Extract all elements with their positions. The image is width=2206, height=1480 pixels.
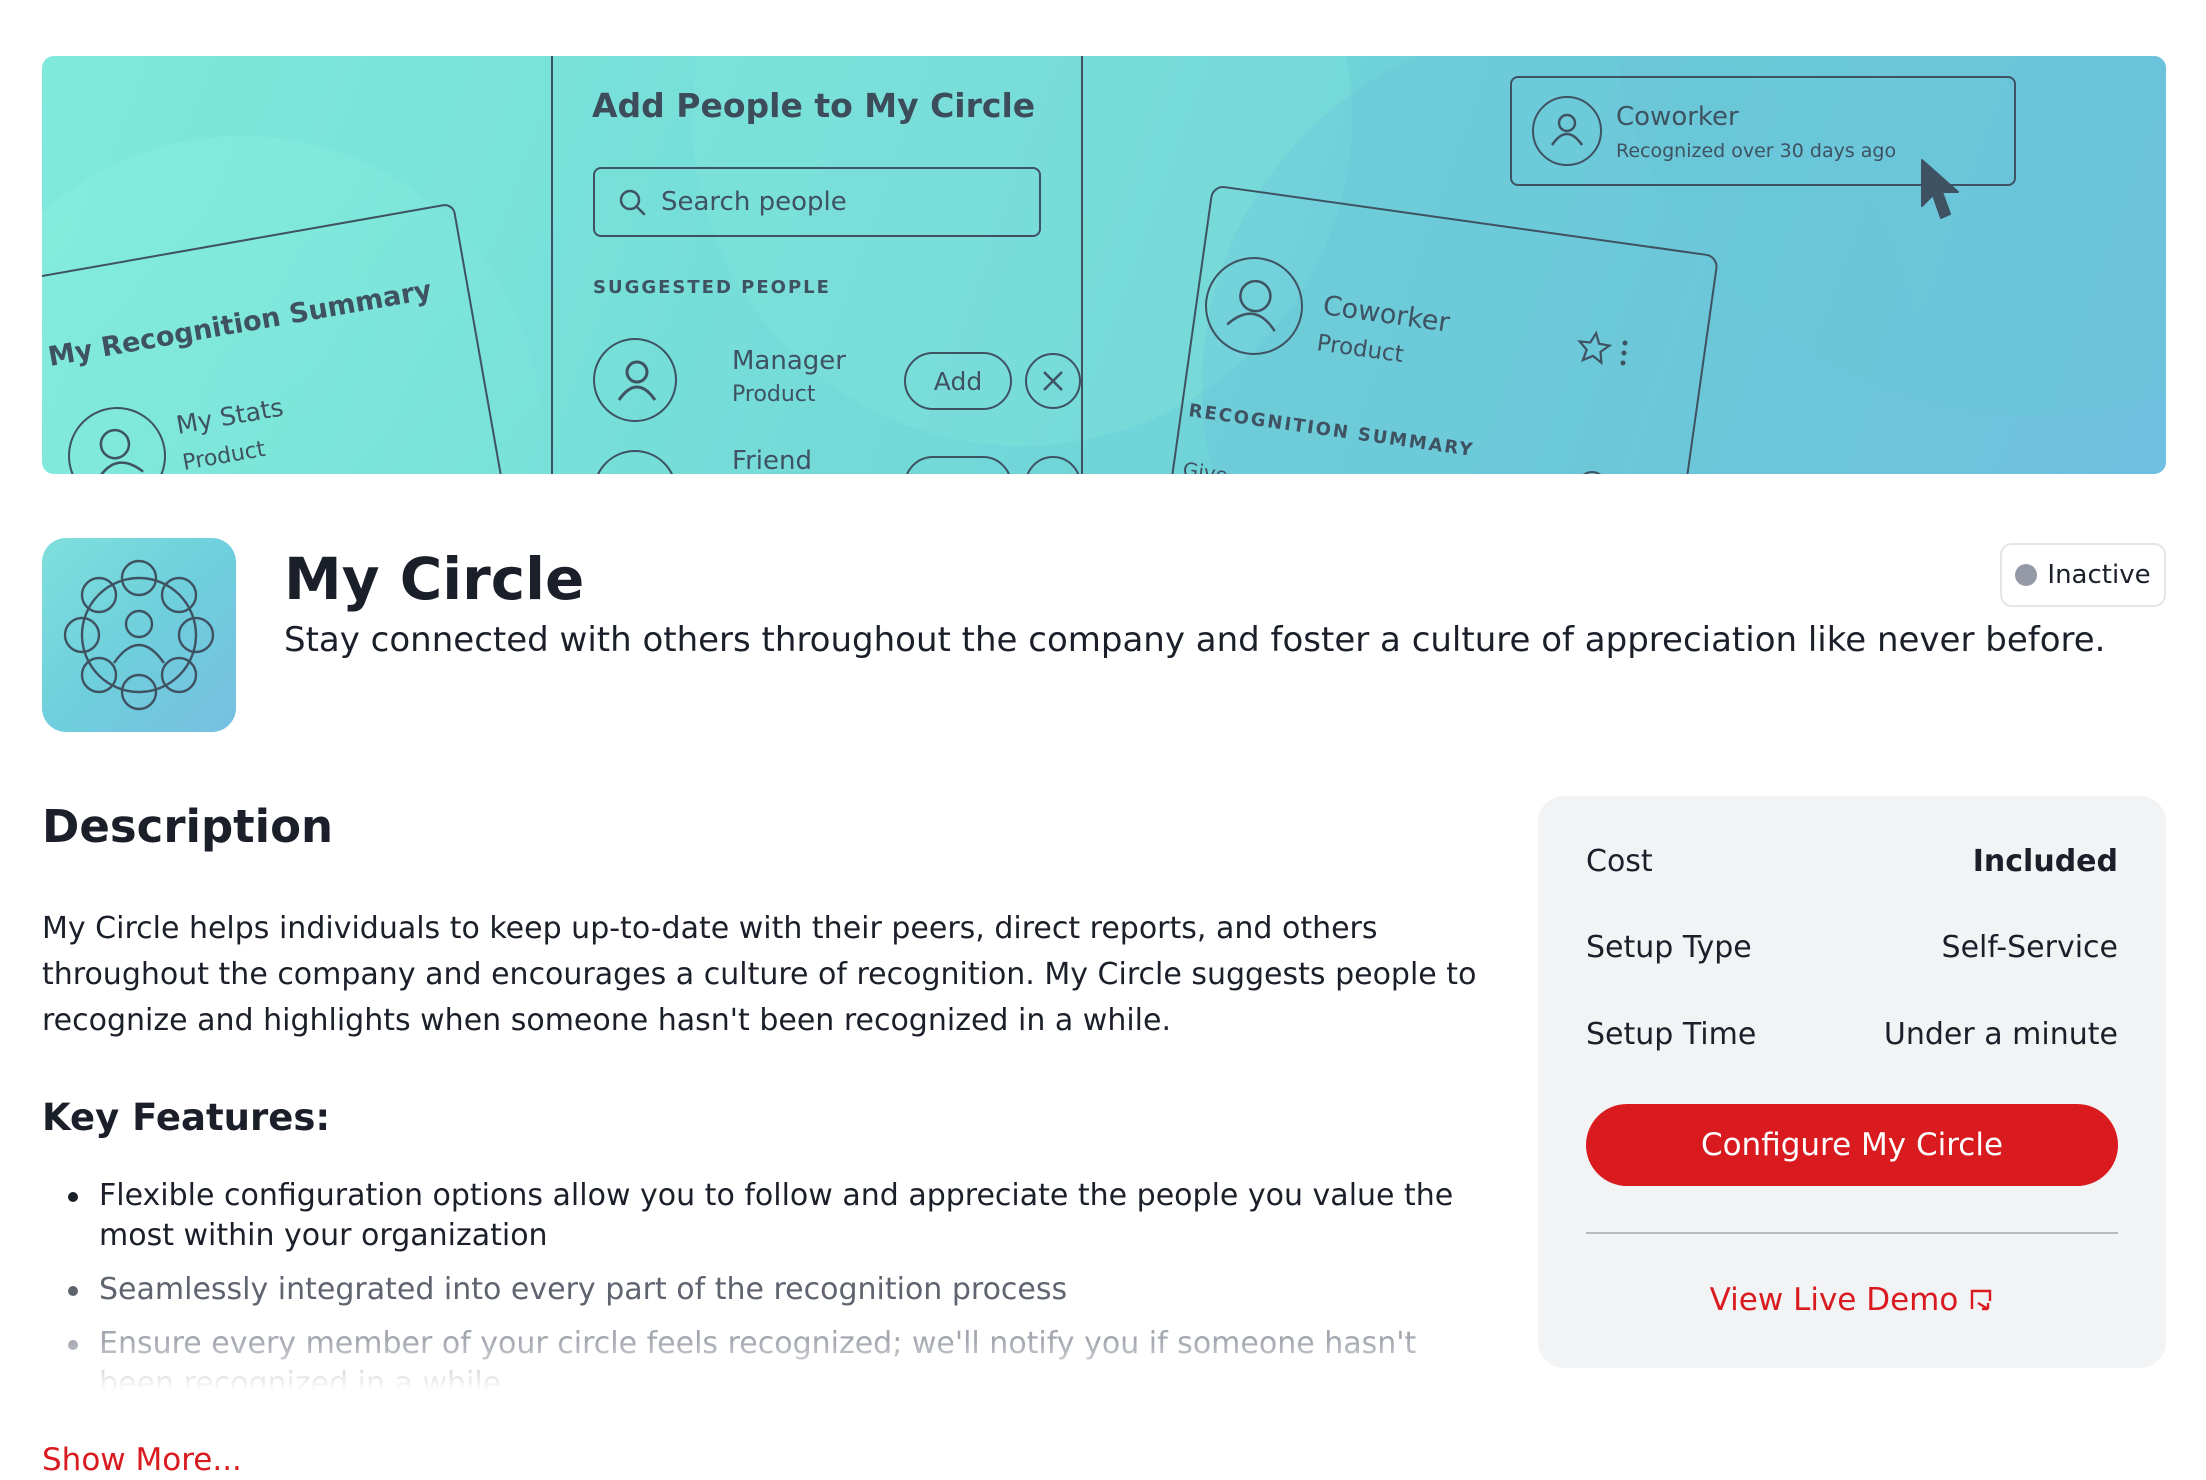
show-more-link[interactable]: Show More... bbox=[42, 1442, 242, 1478]
setup-type-value: Self-Service bbox=[1941, 930, 2118, 965]
view-live-demo-link[interactable]: View Live Demo bbox=[1538, 1282, 2166, 1318]
setup-type-label: Setup Type bbox=[1586, 930, 1752, 965]
details-card: Cost Included Setup Type Self-Service Se… bbox=[1538, 796, 2166, 1368]
page-title: My Circle bbox=[284, 545, 585, 613]
cursor-icon bbox=[1921, 159, 1959, 219]
add-person-button[interactable]: Add bbox=[904, 352, 1012, 410]
add-people-title: Add People to My Circle bbox=[592, 86, 1036, 125]
fade-overlay bbox=[42, 1340, 1502, 1400]
avatar bbox=[1532, 96, 1602, 166]
avatar bbox=[593, 338, 677, 422]
description-heading: Description bbox=[42, 800, 334, 853]
dismiss-person-button[interactable] bbox=[1025, 353, 1081, 409]
status-dot-icon bbox=[2015, 564, 2038, 586]
setup-time-row: Setup Time Under a minute bbox=[1586, 1017, 2118, 1052]
cost-label: Cost bbox=[1586, 844, 1653, 879]
person-icon bbox=[617, 360, 657, 401]
list-item: Seamlessly integrated into every part of… bbox=[42, 1270, 1482, 1310]
cost-row: Cost Included bbox=[1586, 844, 2118, 879]
setup-type-row: Setup Type Self-Service bbox=[1586, 930, 2118, 965]
person-icon bbox=[1550, 113, 1584, 146]
circle-people-icon bbox=[42, 538, 236, 732]
close-icon bbox=[1043, 371, 1063, 391]
key-features-heading: Key Features: bbox=[42, 1096, 331, 1139]
external-link-icon bbox=[1971, 1289, 1992, 1311]
suggested-person-name: Friend bbox=[732, 446, 812, 474]
divider bbox=[1586, 1232, 2118, 1234]
suggested-people-label: SUGGESTED PEOPLE bbox=[593, 277, 831, 298]
setup-time-label: Setup Time bbox=[1586, 1017, 1757, 1052]
description-body: My Circle helps individuals to keep up-t… bbox=[42, 911, 1477, 1038]
page-subtitle: Stay connected with others throughout th… bbox=[284, 620, 2106, 660]
search-icon bbox=[619, 189, 646, 216]
suggested-person-name: Manager bbox=[732, 346, 846, 376]
view-live-demo-label: View Live Demo bbox=[1709, 1282, 1959, 1318]
add-person-button[interactable] bbox=[904, 456, 1012, 474]
setup-time-value: Under a minute bbox=[1883, 1017, 2118, 1052]
suggested-person-sub: Product bbox=[732, 382, 816, 407]
list-item: Flexible configuration options allow you… bbox=[42, 1176, 1482, 1256]
configure-button[interactable]: Configure My Circle bbox=[1586, 1104, 2118, 1186]
search-placeholder: Search people bbox=[661, 187, 847, 217]
hero-banner: My Recognition Summary My Stats Product … bbox=[42, 56, 2166, 474]
coworker-sub: Recognized over 30 days ago bbox=[1616, 140, 1897, 162]
cost-value: Included bbox=[1972, 844, 2118, 879]
status-label: Inactive bbox=[2047, 560, 2151, 590]
search-people-input[interactable]: Search people bbox=[593, 167, 1041, 237]
status-badge: Inactive bbox=[2000, 543, 2166, 607]
coworker-name: Coworker bbox=[1616, 102, 1739, 132]
